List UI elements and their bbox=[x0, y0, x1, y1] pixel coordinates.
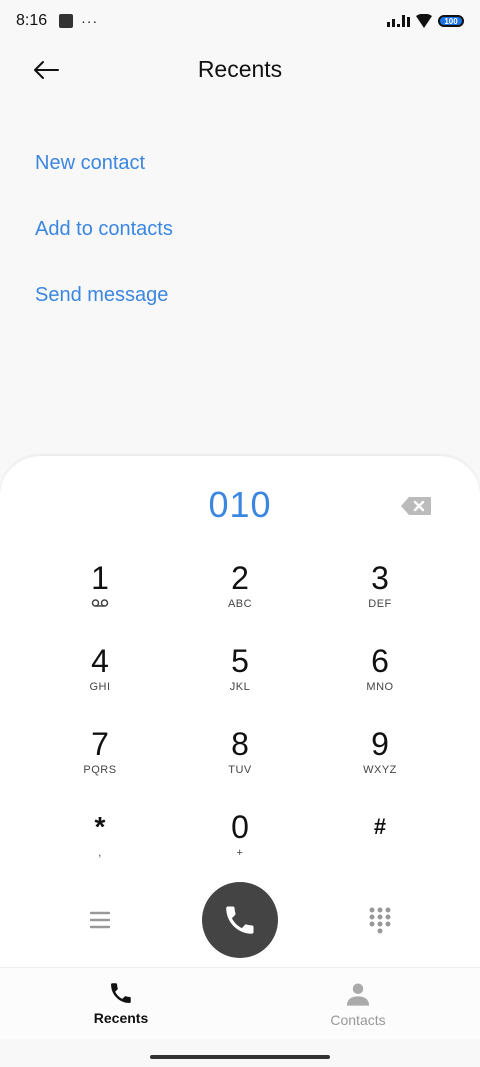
key-1[interactable]: 1 bbox=[30, 556, 170, 639]
key-letters: DEF bbox=[368, 598, 392, 610]
key-star[interactable]: * , bbox=[30, 805, 170, 888]
nav-contacts-label: Contacts bbox=[330, 1012, 386, 1028]
voicemail-icon bbox=[91, 598, 109, 612]
phone-icon bbox=[111, 983, 131, 1003]
more-notifications-icon: ··· bbox=[81, 13, 99, 29]
backspace-button[interactable] bbox=[400, 496, 432, 516]
nav-recents-label: Recents bbox=[93, 1010, 149, 1026]
dialpad-toggle-button[interactable] bbox=[368, 906, 392, 934]
key-digit: # bbox=[373, 814, 387, 839]
key-letters: WXYZ bbox=[363, 764, 397, 776]
add-to-contacts-link[interactable]: Add to contacts bbox=[35, 196, 173, 262]
key-digit: 2 bbox=[231, 560, 249, 596]
key-digit: 6 bbox=[371, 643, 389, 679]
key-digit: 7 bbox=[91, 726, 109, 762]
menu-button[interactable] bbox=[88, 908, 112, 932]
key-letters: GHI bbox=[89, 681, 111, 693]
key-digit: 8 bbox=[231, 726, 249, 762]
notification-icon bbox=[59, 14, 74, 28]
person-icon bbox=[346, 983, 370, 1006]
key-digit: 9 bbox=[371, 726, 389, 762]
battery-icon: 100 bbox=[438, 15, 464, 27]
key-digit: 4 bbox=[91, 643, 109, 679]
dialer-panel: 010 1 2 ABC 3 DEF 4 GHI 5 JKL 6 MNO 7 PQ… bbox=[0, 456, 480, 967]
key-letters: , bbox=[98, 847, 102, 859]
key-letters: JKL bbox=[229, 681, 251, 693]
key-digit: * bbox=[94, 811, 106, 842]
key-8[interactable]: 8 TUV bbox=[170, 722, 310, 805]
key-hash[interactable]: # bbox=[310, 805, 450, 888]
key-digit: 5 bbox=[231, 643, 249, 679]
menu-icon bbox=[89, 911, 111, 929]
key-2[interactable]: 2 ABC bbox=[170, 556, 310, 639]
key-6[interactable]: 6 MNO bbox=[310, 639, 450, 722]
key-0[interactable]: 0 + bbox=[170, 805, 310, 888]
header: Recents bbox=[0, 42, 480, 98]
keypad: 1 2 ABC 3 DEF 4 GHI 5 JKL 6 MNO 7 PQRS 8… bbox=[30, 556, 450, 888]
phone-icon bbox=[226, 906, 254, 934]
send-message-link[interactable]: Send message bbox=[35, 262, 173, 328]
key-letters: TUV bbox=[228, 764, 252, 776]
key-9[interactable]: 9 WXYZ bbox=[310, 722, 450, 805]
battery-level: 100 bbox=[444, 16, 458, 26]
key-digit: 1 bbox=[91, 560, 109, 596]
number-display-row: 010 bbox=[0, 484, 480, 534]
bottom-nav: Recents Contacts bbox=[0, 967, 480, 1039]
dialpad-icon bbox=[369, 907, 391, 934]
key-letters: + bbox=[236, 847, 244, 859]
key-4[interactable]: 4 GHI bbox=[30, 639, 170, 722]
key-7[interactable]: 7 PQRS bbox=[30, 722, 170, 805]
nav-contacts[interactable]: Contacts bbox=[298, 980, 418, 1028]
status-bar: 8:16 ··· 100 bbox=[0, 0, 480, 42]
key-letters: MNO bbox=[366, 681, 394, 693]
wifi-icon bbox=[416, 14, 432, 28]
signal-icon bbox=[387, 15, 410, 27]
options-list: New contact Add to contacts Send message bbox=[35, 130, 173, 328]
key-digit: 3 bbox=[371, 560, 389, 596]
dialer-actions bbox=[0, 882, 480, 958]
key-digit: 0 bbox=[231, 809, 249, 845]
key-3[interactable]: 3 DEF bbox=[310, 556, 450, 639]
call-button[interactable] bbox=[202, 882, 278, 958]
home-indicator[interactable] bbox=[150, 1055, 330, 1059]
key-letters: PQRS bbox=[83, 764, 117, 776]
status-time: 8:16 bbox=[16, 12, 48, 29]
backspace-icon bbox=[401, 497, 431, 515]
key-letters: ABC bbox=[227, 598, 253, 610]
key-5[interactable]: 5 JKL bbox=[170, 639, 310, 722]
nav-recents[interactable]: Recents bbox=[61, 980, 181, 1026]
new-contact-link[interactable]: New contact bbox=[35, 130, 173, 196]
page-title: Recents bbox=[197, 56, 283, 82]
